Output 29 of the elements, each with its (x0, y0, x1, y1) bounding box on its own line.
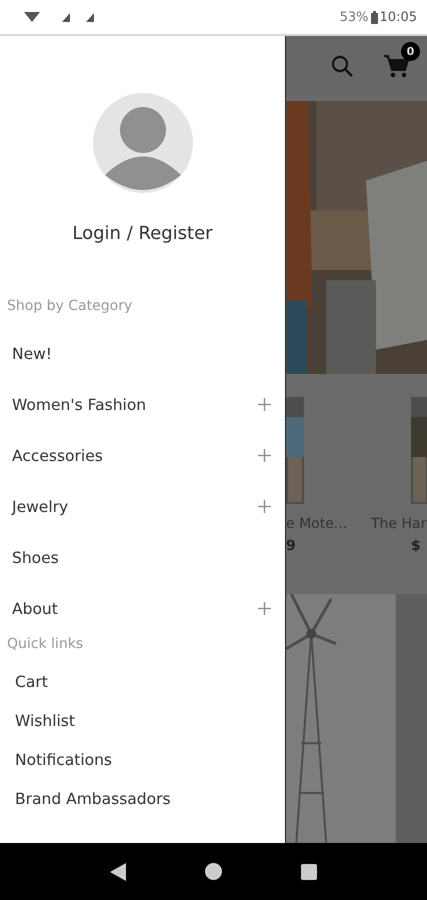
cart-icon[interactable] (383, 52, 409, 79)
login-register-link[interactable]: Login / Register (0, 223, 285, 244)
menu-item[interactable]: Shoes (12, 548, 59, 566)
section-title: Shop by Category (6, 298, 134, 314)
battery-icon (370, 10, 378, 24)
search-icon[interactable] (331, 54, 353, 77)
product-price: 9 (286, 538, 297, 554)
menu-item[interactable]: About (12, 600, 58, 618)
clock: 10:05 (380, 10, 417, 24)
menu-item[interactable]: Cart (15, 672, 48, 690)
battery-percent: 53% (340, 10, 369, 24)
menu-item[interactable]: Women's Fashion (12, 396, 146, 414)
menu-item[interactable]: New! (12, 344, 52, 362)
recents-icon[interactable] (301, 864, 318, 880)
menu-item[interactable]: Accessories (12, 446, 103, 464)
menu-item[interactable]: Wishlist (15, 712, 75, 730)
avatar-icon[interactable] (92, 93, 192, 193)
menu-item[interactable]: Brand Ambassadors (15, 790, 171, 808)
expand-icon[interactable] (258, 398, 271, 411)
section-title: Quick links (6, 636, 84, 652)
menu-item[interactable]: Jewelry (12, 498, 68, 516)
expand-icon[interactable] (258, 449, 271, 462)
menu-item[interactable]: Notifications (15, 750, 112, 768)
back-icon[interactable] (110, 862, 126, 880)
product-price: $ (411, 538, 422, 554)
expand-icon[interactable] (258, 500, 271, 513)
expand-icon[interactable] (258, 602, 271, 615)
cart-count-badge: 0 (401, 42, 420, 61)
home-icon[interactable] (204, 863, 222, 880)
